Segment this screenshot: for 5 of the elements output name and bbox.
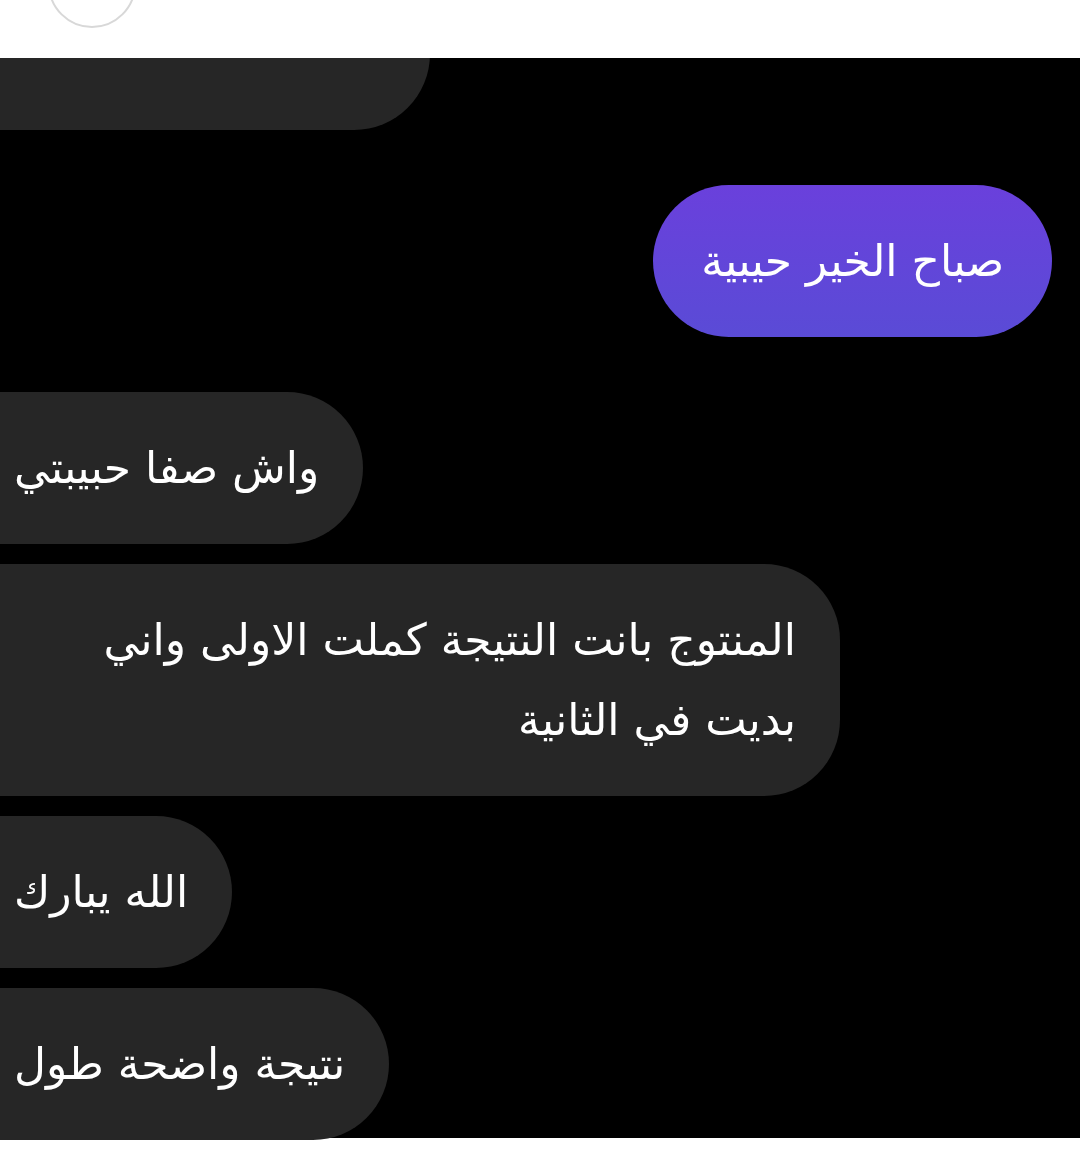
message-bubble: المنتوج بانت النتيجة كملت الاولى واني بديت في الثانية	[0, 564, 840, 796]
message-bubble: نتيجة واضحة طول	[0, 988, 390, 1140]
message-bubble: واش صفا حبيبتي	[0, 392, 364, 544]
message-bubble: صباح الخير حيبية	[653, 185, 1052, 337]
message-bubble: الله يبارك	[0, 816, 233, 968]
